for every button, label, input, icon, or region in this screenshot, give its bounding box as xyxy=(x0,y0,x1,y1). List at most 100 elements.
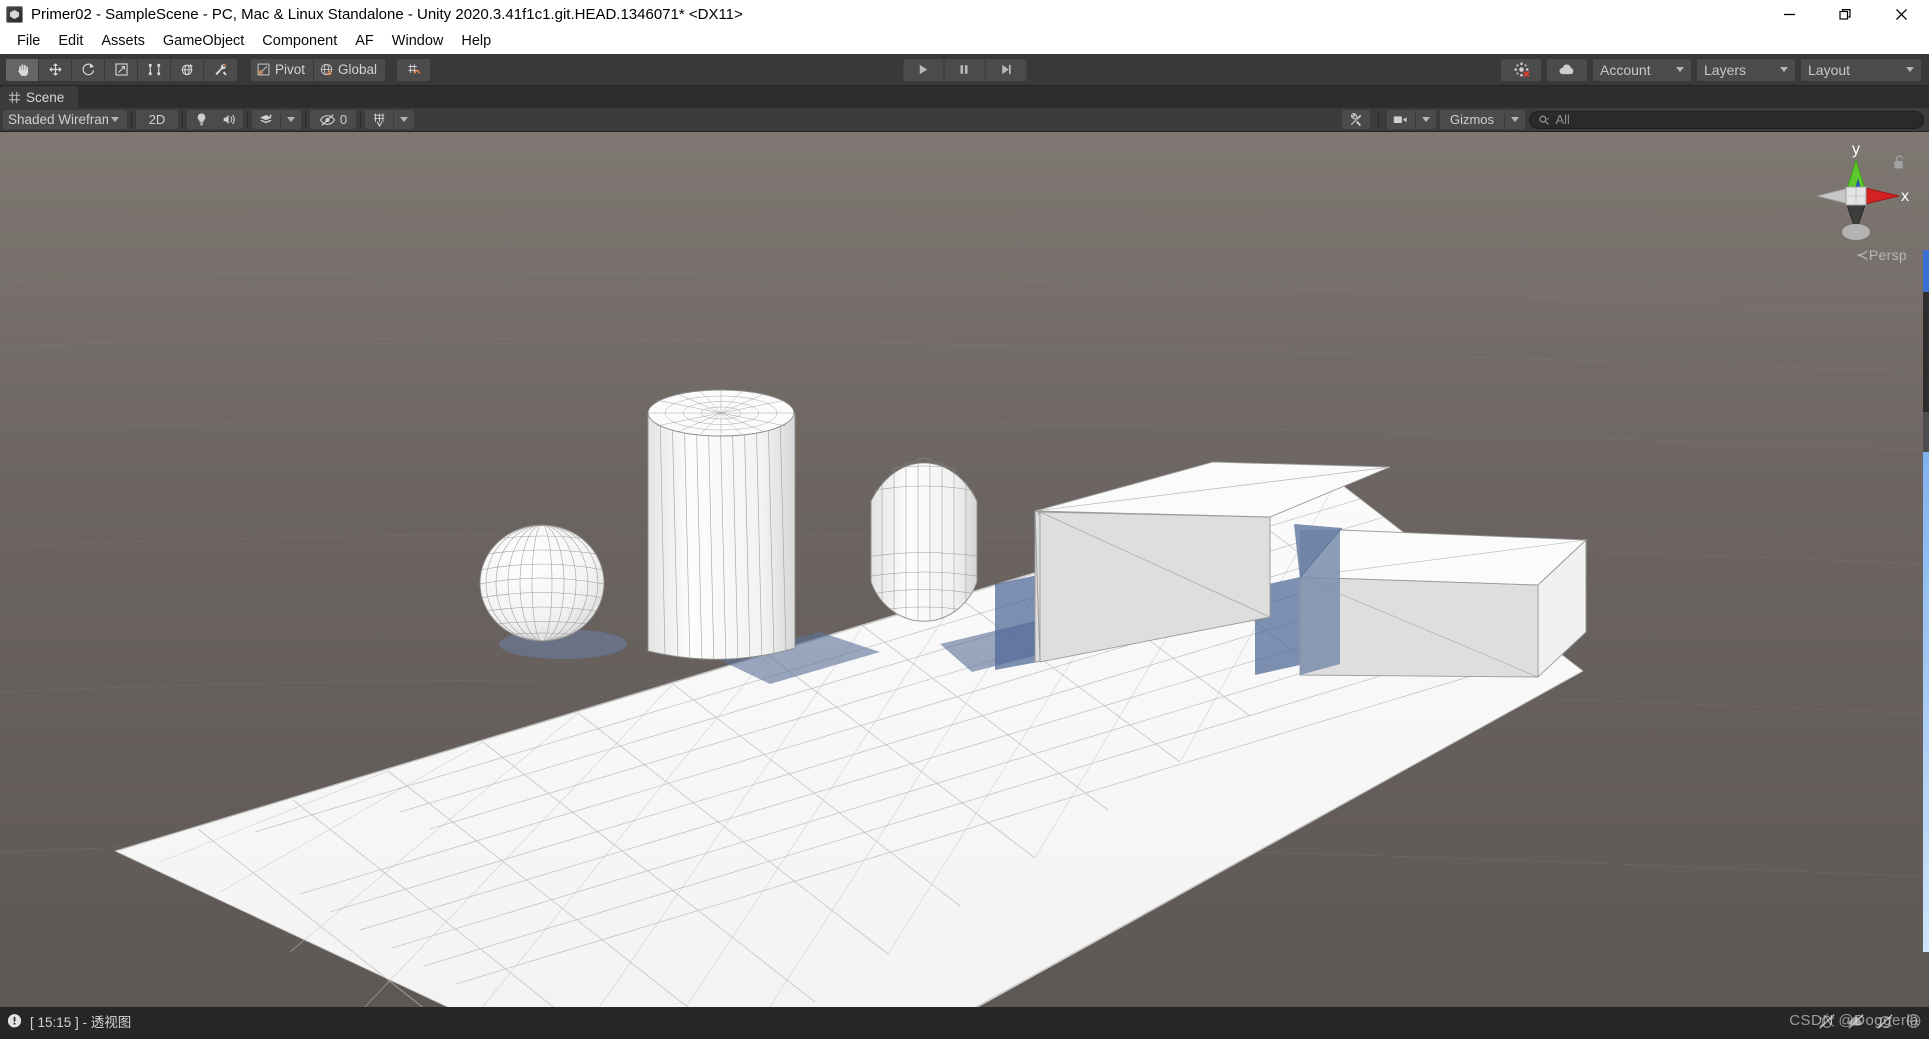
lighting-toggle[interactable] xyxy=(187,110,215,129)
scene-toolbar-right: Gizmos xyxy=(1342,110,1924,129)
scene-camera-button[interactable] xyxy=(1387,110,1415,129)
tab-scene[interactable]: Scene xyxy=(0,86,79,108)
grid-visibility-icon xyxy=(373,113,384,127)
transform-tool-button[interactable] xyxy=(171,58,204,81)
status-bar[interactable]: [ 15:15 ] - 透视图 CSDN @Doggerla xyxy=(0,1007,1929,1035)
menu-component[interactable]: Component xyxy=(253,31,346,52)
camera-dropdown[interactable] xyxy=(1416,110,1436,129)
custom-editor-tool-button[interactable] xyxy=(204,58,237,81)
scene-tab-bar: Scene xyxy=(0,86,1929,108)
lighting-icon xyxy=(197,113,205,126)
hand-tool-button[interactable] xyxy=(6,58,39,81)
transform-tools-group xyxy=(6,58,237,81)
window-title: Primer02 - SampleScene - PC, Mac & Linux… xyxy=(31,6,743,23)
play-controls xyxy=(903,58,1026,81)
grid-snap-button[interactable] xyxy=(397,58,431,81)
divider xyxy=(247,111,248,128)
chevron-down-icon xyxy=(400,117,408,122)
effects-dropdown[interactable] xyxy=(281,110,301,129)
gizmo-y-label: y xyxy=(1852,141,1860,158)
chevron-down-icon xyxy=(1906,67,1914,72)
two-d-toggle[interactable]: 2D xyxy=(136,110,178,129)
step-button[interactable] xyxy=(985,58,1026,81)
divider xyxy=(360,111,361,128)
audio-toggle[interactable] xyxy=(215,110,243,129)
menu-af[interactable]: AF xyxy=(346,31,383,52)
account-dropdown[interactable]: Account xyxy=(1593,58,1691,81)
gizmos-group: Gizmos xyxy=(1440,110,1525,129)
draw-mode-label: Shaded Wireframe xyxy=(8,112,108,127)
effects-icon xyxy=(259,113,272,124)
effects-toggle[interactable] xyxy=(252,110,280,129)
layers-label: Layers xyxy=(1704,61,1747,78)
handle-label: Global xyxy=(338,62,378,77)
muted-globe-icon[interactable] xyxy=(1904,1012,1923,1030)
menu-edit[interactable]: Edit xyxy=(49,31,92,52)
scene-search-box[interactable] xyxy=(1529,110,1924,129)
pivot-toggle[interactable]: Pivot xyxy=(251,58,315,81)
menu-gameobject[interactable]: GameObject xyxy=(154,31,253,52)
scene-view-toolbar: Shaded Wireframe 2D xyxy=(0,108,1929,132)
scene-render xyxy=(0,132,1929,1007)
move-tool-button[interactable] xyxy=(39,58,72,81)
cloud-icon-button[interactable] xyxy=(1547,58,1587,81)
account-label: Account xyxy=(1600,61,1651,78)
restore-button[interactable] xyxy=(1817,0,1873,29)
menu-assets[interactable]: Assets xyxy=(92,31,154,52)
projection-mode-label[interactable]: ≺Persp xyxy=(1856,246,1907,264)
scene-tools-button[interactable] xyxy=(1342,110,1370,129)
layers-dropdown[interactable]: Layers xyxy=(1697,58,1795,81)
chevron-down-icon xyxy=(1422,117,1430,122)
title-bar: Primer02 - SampleScene - PC, Mac & Linux… xyxy=(0,0,1929,29)
chevron-down-icon xyxy=(1780,67,1788,72)
unity-editor-window: Primer02 - SampleScene - PC, Mac & Linux… xyxy=(0,0,1929,1039)
tab-scene-label: Scene xyxy=(26,89,65,105)
scene-visibility-icon xyxy=(319,113,335,126)
rotate-tool-button[interactable] xyxy=(72,58,105,81)
menu-bar: File Edit Assets GameObject Component AF… xyxy=(0,29,1929,54)
window-controls xyxy=(1761,0,1929,29)
chevron-down-icon xyxy=(1511,117,1519,122)
pivot-label: Pivot xyxy=(275,62,306,77)
handle-toggle[interactable]: Global xyxy=(314,58,386,81)
status-message: [ 15:15 ] - 透视图 xyxy=(30,1015,132,1030)
minimize-button[interactable] xyxy=(1761,0,1817,29)
menu-help[interactable]: Help xyxy=(452,31,500,52)
scene-viewport[interactable]: y x ≺Persp xyxy=(0,132,1929,1007)
menu-file[interactable]: File xyxy=(8,31,49,52)
camera-group xyxy=(1387,110,1436,129)
grid-dropdown[interactable] xyxy=(394,110,414,129)
grid-visibility-toggle[interactable] xyxy=(365,110,393,129)
play-button[interactable] xyxy=(903,58,944,81)
main-toolbar: Pivot Global Account Layers Layout xyxy=(0,54,1929,86)
muted-cloud-icon[interactable] xyxy=(1846,1012,1866,1030)
pivot-handle-group: Pivot Global xyxy=(251,58,386,81)
scene-orientation-gizmo[interactable]: y x ≺Persp xyxy=(1801,140,1911,264)
muted-bug2-icon[interactable] xyxy=(1875,1012,1895,1030)
scene-camera-icon xyxy=(1393,116,1407,124)
layout-dropdown[interactable]: Layout xyxy=(1801,58,1921,81)
scene-grid-icon xyxy=(8,91,21,103)
scene-visibility-toggle[interactable]: 0 xyxy=(310,110,356,129)
muted-bug-icon[interactable] xyxy=(1817,1012,1837,1030)
cylinder-object xyxy=(647,389,796,660)
grid-group xyxy=(365,110,414,129)
gizmos-dropdown[interactable] xyxy=(1505,110,1525,129)
scene-tools-icon xyxy=(1350,112,1362,126)
scene-visibility-count: 0 xyxy=(339,112,348,127)
menu-window[interactable]: Window xyxy=(383,31,453,52)
gizmos-toggle[interactable]: Gizmos xyxy=(1440,110,1504,129)
divider xyxy=(1378,111,1379,128)
chevron-down-icon xyxy=(1676,67,1684,72)
rect-tool-button[interactable] xyxy=(138,58,171,81)
edge-panel-dark xyxy=(1923,292,1929,412)
pause-button[interactable] xyxy=(944,58,985,81)
unlocked-padlock-icon[interactable] xyxy=(1892,154,1905,175)
close-button[interactable] xyxy=(1873,0,1929,29)
draw-mode-dropdown[interactable]: Shaded Wireframe xyxy=(3,110,127,129)
scene-search-input[interactable] xyxy=(1555,112,1915,127)
scale-tool-button[interactable] xyxy=(105,58,138,81)
effects-group xyxy=(252,110,301,129)
sphere-object xyxy=(479,524,605,642)
collab-icon-button[interactable] xyxy=(1501,58,1541,81)
